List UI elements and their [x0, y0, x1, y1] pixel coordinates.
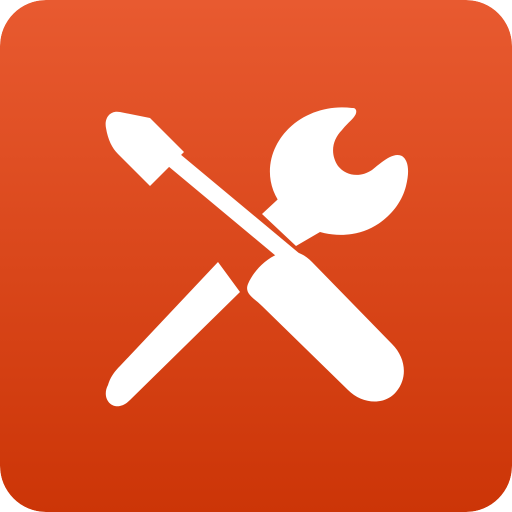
- app-icon[interactable]: [0, 0, 512, 512]
- icon-background: [0, 0, 512, 512]
- tools-icon: [0, 0, 512, 512]
